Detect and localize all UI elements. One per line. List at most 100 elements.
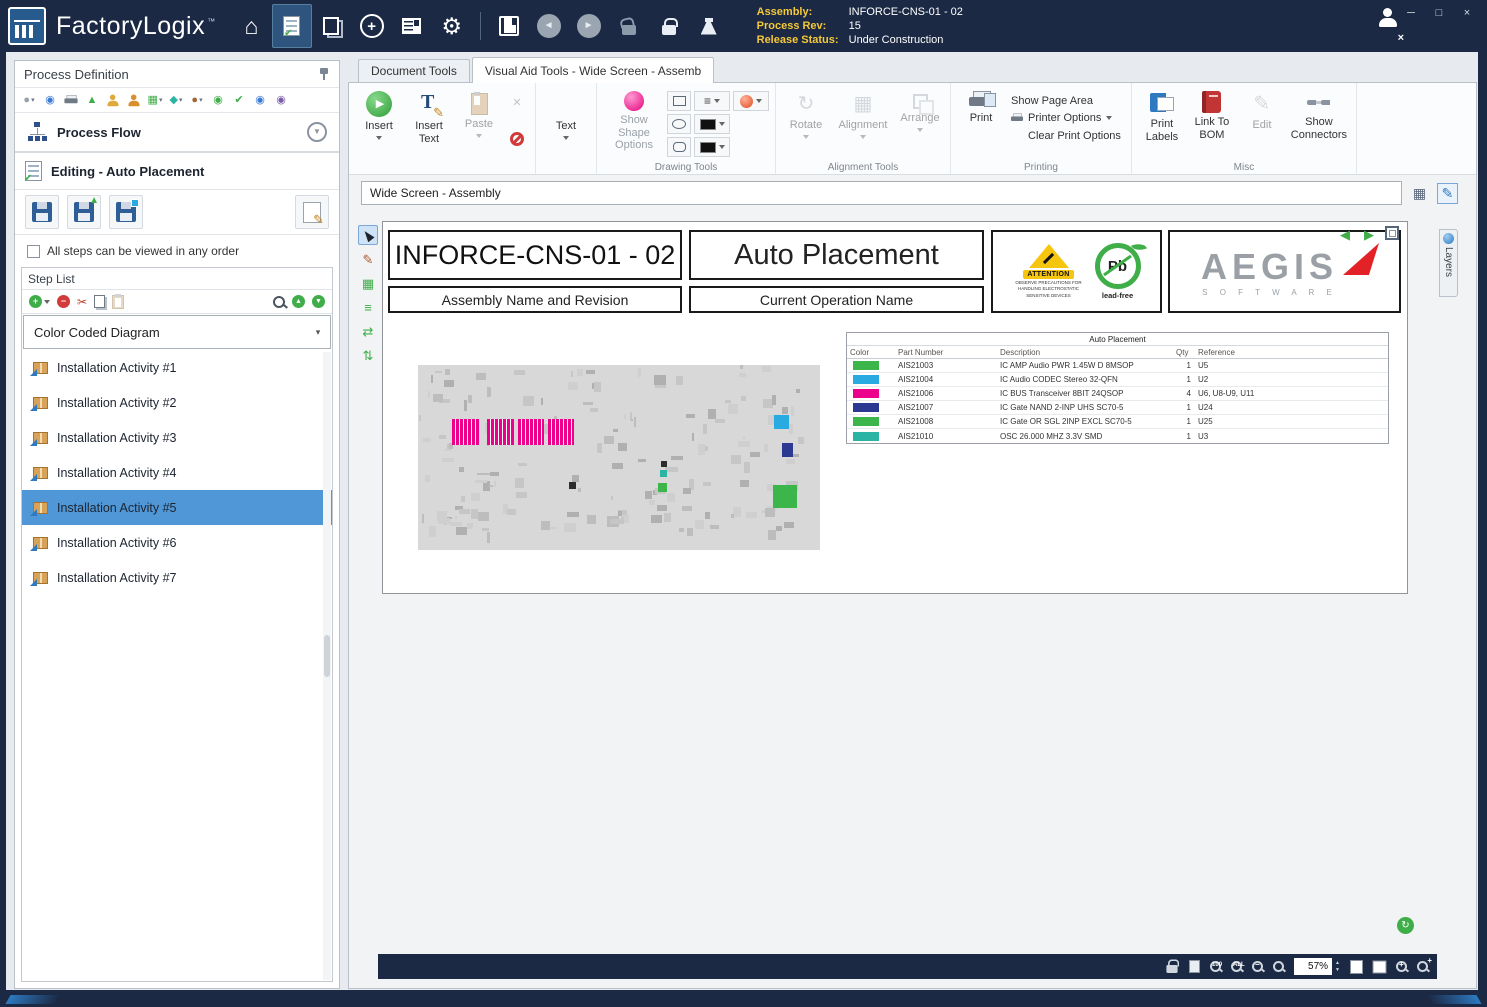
assembly-title-box[interactable]: INFORCE-CNS-01 - 02 (388, 230, 682, 280)
esd-warning-box[interactable]: ATTENTION OBSERVE PRECAUTIONS FOR HANDLI… (991, 230, 1162, 313)
printer-options-button[interactable]: Printer Options (1011, 112, 1121, 124)
print-labels-button[interactable]: Print Labels (1138, 87, 1186, 143)
process-flow-row[interactable]: Process Flow ▼ (15, 113, 339, 153)
assign-user-button[interactable] (104, 90, 122, 110)
zoom-all-button[interactable]: ALL (1231, 961, 1242, 972)
select-tool[interactable] (358, 225, 378, 245)
layout-button[interactable]: ▦▾ (146, 90, 164, 110)
history-button[interactable]: ●▾ (188, 90, 206, 110)
process-definition-button[interactable] (272, 4, 312, 48)
insert-button[interactable]: ▶ Insert (355, 87, 403, 140)
line-style-dropdown[interactable]: ≡ (694, 91, 730, 111)
pan-button[interactable] (1189, 960, 1200, 973)
menu-button[interactable]: ●▾ (20, 90, 38, 110)
align-tool[interactable]: ≡ (358, 297, 378, 317)
clear-print-options-button[interactable]: Clear Print Options (1011, 129, 1121, 143)
table-row[interactable]: AIS21008IC Gate OR SGL 2INP EXCL SC70-51… (847, 415, 1388, 429)
zoom-level-input[interactable]: 57% (1294, 958, 1332, 975)
layers-tab[interactable]: Layers (1439, 229, 1458, 297)
edit-notes-button[interactable]: ✎ (295, 195, 329, 229)
operation-caption-box[interactable]: Current Operation Name (689, 286, 984, 313)
inspection-button[interactable] (689, 4, 729, 48)
print-button[interactable]: Print (957, 87, 1005, 125)
table-row[interactable]: AIS21003IC AMP Audio PWR 1.45W D 8MSOP1U… (847, 359, 1388, 373)
refresh-button[interactable]: ↻ (1397, 917, 1414, 934)
info-button[interactable]: ◉ (251, 90, 269, 110)
rectangle-tool[interactable] (667, 91, 691, 111)
next-page-button[interactable]: ▶ (1359, 225, 1379, 243)
zoom-in-button[interactable]: + (1396, 961, 1407, 972)
document-title-input[interactable]: Wide Screen - Assembly (361, 181, 1402, 205)
close-button[interactable]: × (1453, 2, 1481, 24)
insert-text-button[interactable]: T✎ Insert Text (405, 87, 453, 145)
save-checkin-button[interactable]: ▲ (67, 195, 101, 229)
table-row[interactable]: AIS21004IC Audio CODEC Stereo 32-QFN1U2 (847, 373, 1388, 387)
minimize-button[interactable]: ─ (1397, 2, 1425, 24)
arrange-button[interactable]: Arrange (896, 87, 944, 132)
scrollbar-thumb[interactable] (324, 635, 330, 677)
reports-button[interactable] (392, 4, 432, 48)
navigate-button[interactable]: ◉ (41, 90, 59, 110)
rotate-button[interactable]: ↻Rotate (782, 87, 830, 139)
prev-page-button[interactable]: ◀ (1335, 225, 1355, 243)
table-row[interactable]: AIS21010OSC 26.000 MHZ 3.3V SMD1U3 (847, 429, 1388, 443)
step-list-item[interactable]: Installation Activity #3 (22, 420, 332, 455)
step-list-item[interactable]: Installation Activity #5 (22, 490, 332, 525)
unlock-button[interactable] (609, 4, 649, 48)
tab-document-tools[interactable]: Document Tools (358, 59, 470, 82)
home-button[interactable]: ⌂ (232, 4, 272, 48)
validate-button[interactable]: ✔ (230, 90, 248, 110)
fit-width-button[interactable] (1373, 960, 1386, 974)
back-button[interactable]: ◄ (529, 4, 569, 48)
zoom-step-button[interactable]: + (1417, 961, 1428, 972)
text-button[interactable]: Text (542, 87, 590, 140)
edit-mode-button[interactable]: ✎ (1437, 183, 1458, 204)
tab-visual-aid-tools[interactable]: Visual Aid Tools - Wide Screen - Assemb (472, 57, 714, 83)
step-list-item[interactable]: Installation Activity #2 (22, 385, 332, 420)
lock-button[interactable] (649, 4, 689, 48)
print-flow-button[interactable] (62, 90, 80, 110)
diagram-type-dropdown[interactable]: Color Coded Diagram ▾ (23, 315, 331, 349)
show-connectors-button[interactable]: Show Connectors (1288, 87, 1350, 141)
pin-icon[interactable] (318, 67, 330, 81)
save-step-button[interactable] (25, 195, 59, 229)
table-row[interactable]: AIS21007IC Gate NAND 2-INP UHS SC70-51U2… (847, 401, 1388, 415)
forward-button[interactable]: ► (569, 4, 609, 48)
move-up-button[interactable]: ▲ (292, 295, 305, 308)
fit-page-button[interactable] (1350, 960, 1363, 974)
lock-view-button[interactable] (1165, 959, 1179, 974)
remove-step-button[interactable]: − (57, 295, 70, 308)
save-button[interactable] (489, 4, 529, 48)
fill-style-dropdown[interactable] (733, 91, 769, 111)
scrollbar[interactable] (323, 352, 331, 980)
rounded-rect-tool[interactable] (667, 137, 691, 157)
alignment-button[interactable]: ▦Alignment (832, 87, 894, 139)
link-to-bom-button[interactable]: Link To BOM (1188, 87, 1236, 141)
swap-vertical-tool[interactable]: ⇅ (358, 345, 378, 365)
step-list-item[interactable]: Installation Activity #6 (22, 525, 332, 560)
status-button[interactable]: ◉ (272, 90, 290, 110)
paste-step-button[interactable] (112, 295, 124, 309)
operator-button[interactable] (125, 90, 143, 110)
pcb-board[interactable] (418, 365, 820, 550)
swap-horizontal-tool[interactable]: ⇄ (358, 321, 378, 341)
edit-button[interactable]: ✎Edit (1238, 87, 1286, 132)
web-button[interactable]: ◉ (209, 90, 227, 110)
delete-button[interactable]: ✕ (510, 98, 524, 109)
block-button[interactable] (510, 132, 524, 146)
palette-button[interactable]: ◆▾ (167, 90, 185, 110)
step-list-item[interactable]: Installation Activity #4 (22, 455, 332, 490)
show-page-area-button[interactable]: Show Page Area (1011, 95, 1121, 107)
annotate-tool[interactable]: ✎ (358, 249, 378, 269)
checkbox[interactable] (27, 245, 40, 258)
export-button[interactable]: ▲ (83, 90, 101, 110)
navigator-button[interactable]: + (352, 4, 392, 48)
find-step-button[interactable] (273, 296, 285, 308)
add-step-button[interactable]: + (29, 295, 50, 308)
cut-button[interactable]: ✂ (77, 296, 87, 308)
zoom-window-button[interactable] (1273, 961, 1284, 972)
line-color-dropdown[interactable] (694, 114, 730, 134)
paste-button[interactable]: Paste (455, 87, 503, 138)
copy-button[interactable] (94, 295, 105, 308)
ellipse-tool[interactable] (667, 114, 691, 134)
